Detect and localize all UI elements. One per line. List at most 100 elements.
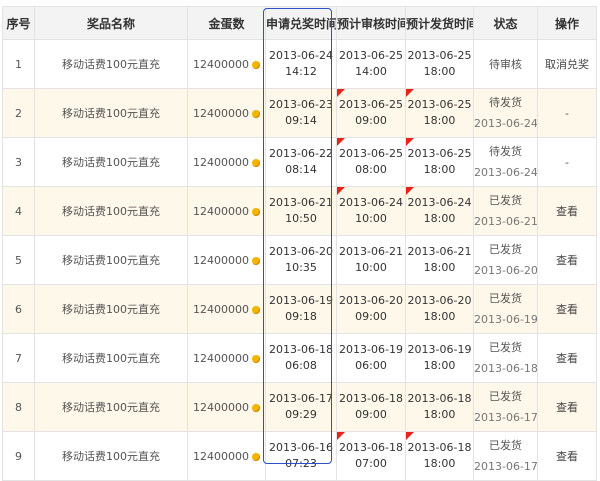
ship-date: 2013-06-18 (407, 441, 472, 454)
apply-time-cell: 2013-06-22 08:14 (265, 137, 337, 187)
apply-clock: 09:18 (285, 310, 317, 323)
status-text: 待发货 (489, 145, 522, 158)
redemption-table: 序号 奖品名称 金蛋数 申请兑奖时间 预计审核时间 预计发货时间 状态 操作 1… (2, 6, 597, 481)
apply-time-cell: 2013-06-17 09:29 (265, 382, 337, 432)
view-button[interactable]: 查看 (556, 450, 578, 463)
prize-name: 移动话费100元直充 (34, 137, 188, 187)
status-cell: 已发货 2013-06-17 (473, 431, 538, 481)
apply-date: 2013-06-19 (269, 294, 333, 307)
ship-clock: 18:00 (423, 359, 456, 372)
apply-time-cell: 2013-06-19 09:18 (265, 284, 337, 334)
apply-time-cell: 2013-06-16 07:23 (265, 431, 337, 481)
gold-coin-icon (252, 207, 260, 216)
red-corner-flag-icon (337, 432, 345, 440)
audit-time-cell: 2013-06-25 14:00 (336, 39, 406, 89)
ship-time-cell: 2013-06-20 18:00 (405, 284, 474, 334)
redemption-records: 序号 奖品名称 金蛋数 申请兑奖时间 预计审核时间 预计发货时间 状态 操作 1… (0, 0, 600, 481)
egg-count-cell: 12400000 (187, 186, 266, 236)
gold-coin-icon (252, 256, 260, 265)
status-date: 2013-06-19 (474, 313, 538, 326)
audit-date: 2013-06-25 (339, 49, 403, 62)
status-text: 待审核 (489, 58, 522, 71)
status-date: 2013-06-24 (474, 117, 538, 130)
ship-time-cell: 2013-06-25 18:00 (405, 88, 474, 138)
status-text: 已发货 (489, 194, 522, 207)
table-row: 8 移动话费100元直充 12400000 2013-06-17 09:29 2013-0… (2, 382, 597, 432)
egg-count: 12400000 (193, 400, 249, 414)
egg-count: 12400000 (193, 57, 249, 71)
apply-clock: 08:14 (285, 163, 317, 176)
red-corner-flag-icon (406, 89, 414, 97)
egg-count-cell: 12400000 (187, 88, 266, 138)
audit-date: 2013-06-20 (339, 294, 403, 307)
ship-clock: 18:00 (423, 310, 456, 323)
table-row: 7 移动话费100元直充 12400000 2013-06-18 06:08 2013-0… (2, 333, 597, 383)
audit-date: 2013-06-24 (339, 196, 403, 209)
action-none: - (565, 155, 569, 169)
view-button[interactable]: 查看 (556, 254, 578, 267)
status-cell: 已发货 2013-06-20 (473, 235, 538, 285)
audit-date: 2013-06-18 (339, 392, 403, 405)
apply-clock: 07:23 (285, 457, 317, 470)
egg-count-cell: 12400000 (187, 284, 266, 334)
col-header-action: 操作 (537, 6, 597, 40)
action-none: - (565, 106, 569, 120)
audit-date: 2013-06-19 (339, 343, 403, 356)
cancel-redemption-button[interactable]: 取消兑奖 (545, 58, 589, 71)
audit-clock: 10:00 (355, 261, 387, 274)
view-button[interactable]: 查看 (556, 352, 578, 365)
view-button[interactable]: 查看 (556, 303, 578, 316)
gold-coin-icon (252, 109, 260, 118)
row-index: 1 (2, 39, 35, 89)
audit-date: 2013-06-25 (339, 98, 403, 111)
status-cell: 待发货 2013-06-24 (473, 88, 538, 138)
status-date: 2013-06-18 (474, 362, 538, 375)
status-cell: 已发货 2013-06-19 (473, 284, 538, 334)
action-cell: - (537, 137, 597, 187)
gold-coin-icon (252, 60, 260, 69)
gold-coin-icon (252, 452, 260, 461)
action-cell: 查看 (537, 333, 597, 383)
table-row: 2 移动话费100元直充 12400000 2013-06-23 09:14 2013-0… (2, 88, 597, 138)
view-button[interactable]: 查看 (556, 205, 578, 218)
egg-count: 12400000 (193, 155, 249, 169)
view-button[interactable]: 查看 (556, 401, 578, 414)
audit-time-cell: 2013-06-20 09:00 (336, 284, 406, 334)
ship-time-cell: 2013-06-24 18:00 (405, 186, 474, 236)
apply-clock: 10:35 (285, 261, 317, 274)
action-cell: 查看 (537, 284, 597, 334)
table-row: 4 移动话费100元直充 12400000 2013-06-21 10:50 2013-0… (2, 186, 597, 236)
apply-date: 2013-06-21 (269, 196, 333, 209)
apply-date: 2013-06-24 (269, 49, 333, 62)
gold-coin-icon (252, 305, 260, 314)
ship-time-cell: 2013-06-18 18:00 (405, 431, 474, 481)
prize-name: 移动话费100元直充 (34, 284, 188, 334)
status-cell: 已发货 2013-06-18 (473, 333, 538, 383)
prize-name: 移动话费100元直充 (34, 333, 188, 383)
audit-date: 2013-06-25 (339, 147, 403, 160)
egg-count-cell: 12400000 (187, 39, 266, 89)
status-date: 2013-06-21 (474, 215, 538, 228)
status-text: 已发货 (489, 390, 522, 403)
prize-name: 移动话费100元直充 (34, 382, 188, 432)
apply-date: 2013-06-20 (269, 245, 333, 258)
col-header-prize: 奖品名称 (34, 6, 188, 40)
apply-clock: 09:14 (285, 114, 317, 127)
table-row: 5 移动话费100元直充 12400000 2013-06-20 10:35 2013-0… (2, 235, 597, 285)
row-index: 6 (2, 284, 35, 334)
status-cell: 已发货 2013-06-17 (473, 382, 538, 432)
action-cell: 查看 (537, 431, 597, 481)
audit-clock: 06:00 (355, 359, 387, 372)
audit-clock: 09:00 (355, 310, 387, 323)
ship-time-cell: 2013-06-21 18:00 (405, 235, 474, 285)
egg-count: 12400000 (193, 253, 249, 267)
status-text: 已发货 (489, 243, 522, 256)
col-header-ship-time: 预计发货时间 (405, 6, 474, 40)
action-cell: 取消兑奖 (537, 39, 597, 89)
egg-count: 12400000 (193, 302, 249, 316)
col-header-eggs: 金蛋数 (187, 6, 266, 40)
apply-time-cell: 2013-06-20 10:35 (265, 235, 337, 285)
egg-count: 12400000 (193, 351, 249, 365)
audit-time-cell: 2013-06-25 08:00 (336, 137, 406, 187)
col-header-apply-time: 申请兑奖时间 (265, 6, 337, 40)
